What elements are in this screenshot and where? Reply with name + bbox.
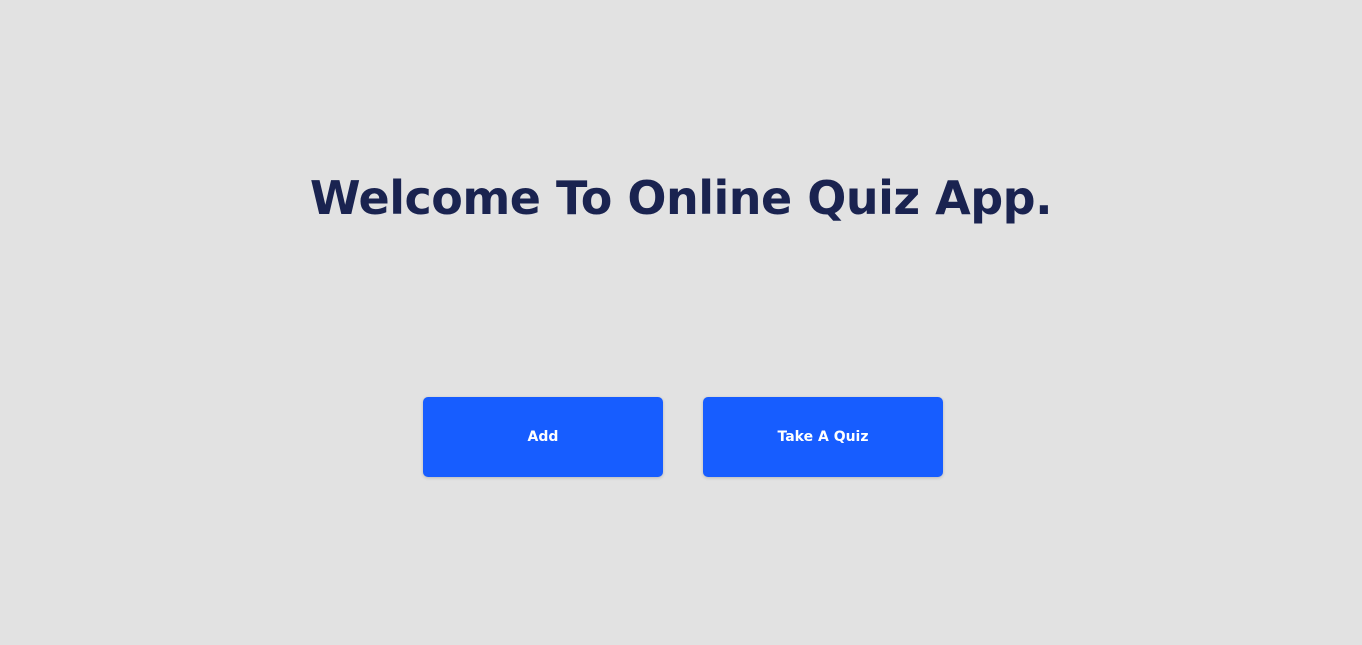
add-button[interactable]: Add <box>423 397 663 477</box>
welcome-page: Welcome To Online Quiz App. Add Take A Q… <box>0 0 1362 645</box>
page-title: Welcome To Online Quiz App. <box>309 171 1053 225</box>
take-quiz-button[interactable]: Take A Quiz <box>703 397 943 477</box>
action-buttons: Add Take A Quiz <box>423 397 943 477</box>
